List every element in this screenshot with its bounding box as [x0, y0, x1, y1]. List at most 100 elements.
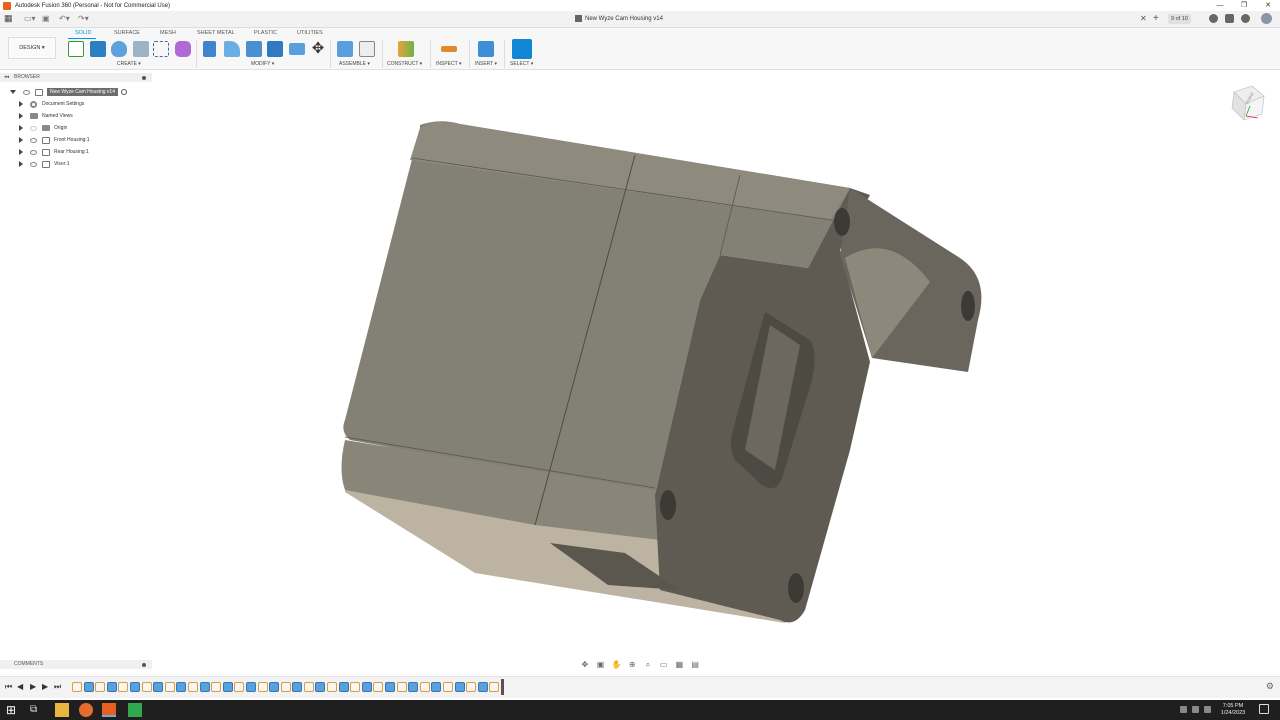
- measure-icon[interactable]: [441, 46, 457, 52]
- insert-image-icon[interactable]: [478, 41, 494, 57]
- close-window-button[interactable]: ✕: [1256, 0, 1280, 11]
- expand-icon[interactable]: [19, 113, 23, 119]
- help-icon[interactable]: [1241, 14, 1250, 23]
- tab-utilities[interactable]: UTILITIES: [297, 30, 323, 36]
- fusion-taskbar-icon[interactable]: [102, 703, 116, 717]
- tab-mesh[interactable]: MESH: [160, 30, 176, 36]
- create-sketch-icon[interactable]: [68, 41, 84, 57]
- timeline-feature-icon[interactable]: [72, 682, 82, 692]
- expand-icon[interactable]: [19, 161, 23, 167]
- timeline-feature-icon[interactable]: [118, 682, 129, 692]
- timeline-end-icon[interactable]: ⏭: [54, 682, 61, 692]
- grid-settings-icon[interactable]: ▦: [675, 660, 685, 669]
- browser-item-rear-housing[interactable]: Rear Housing:1: [19, 147, 89, 157]
- timeline-feature-icon[interactable]: [338, 682, 349, 692]
- browser-item-document-settings[interactable]: Document Settings: [19, 99, 84, 109]
- extrude-icon[interactable]: [90, 41, 106, 57]
- firefox-icon[interactable]: [79, 703, 93, 717]
- timeline-start-icon[interactable]: ⏮: [5, 682, 12, 692]
- timeline-feature-icon[interactable]: [95, 682, 106, 692]
- timeline-feature-icon[interactable]: [303, 682, 314, 692]
- tab-solid[interactable]: SOLID: [75, 30, 92, 36]
- notifications-icon[interactable]: [1225, 14, 1234, 23]
- timeline-feature-icon[interactable]: [153, 682, 164, 692]
- timeline-feature-icon[interactable]: [106, 682, 117, 692]
- browser-item-origin[interactable]: Origin: [19, 123, 67, 133]
- timeline-marker[interactable]: [501, 679, 504, 695]
- joint-icon[interactable]: [359, 41, 375, 57]
- tab-plastic[interactable]: PLASTIC: [254, 30, 277, 36]
- timeline-feature-icon[interactable]: [269, 682, 280, 692]
- zoom-icon[interactable]: ⊕: [627, 660, 637, 669]
- expand-icon[interactable]: [19, 137, 23, 143]
- extensions-icon[interactable]: [1209, 14, 1218, 23]
- viewcube[interactable]: RIGHT: [1226, 82, 1270, 122]
- green-app-icon[interactable]: [128, 703, 142, 717]
- display-settings-icon[interactable]: ▭: [659, 660, 669, 669]
- timeline-feature-icon[interactable]: [164, 682, 175, 692]
- timeline-feature-icon[interactable]: [280, 682, 291, 692]
- save-icon[interactable]: ▣: [42, 14, 50, 24]
- data-panel-grid-icon[interactable]: ▦: [4, 14, 13, 23]
- timeline-feature-icon[interactable]: [454, 682, 465, 692]
- visibility-eye-icon[interactable]: [30, 137, 37, 143]
- create-group-label[interactable]: CREATE ▾: [117, 61, 141, 67]
- visibility-eye-icon[interactable]: [30, 161, 37, 167]
- visibility-eye-icon[interactable]: [23, 89, 30, 95]
- file-explorer-icon[interactable]: [55, 703, 69, 717]
- select-icon[interactable]: [512, 39, 532, 59]
- tab-surface[interactable]: SURFACE: [114, 30, 140, 36]
- timeline-back-icon[interactable]: ◀: [17, 682, 23, 691]
- timeline-forward-icon[interactable]: ▶: [42, 682, 48, 691]
- timeline-feature-icon[interactable]: [222, 682, 233, 692]
- timeline-feature-icon[interactable]: [292, 682, 303, 692]
- timeline-feature-icon[interactable]: [176, 682, 187, 692]
- minimize-button[interactable]: —: [1208, 0, 1232, 11]
- tab-sheet-metal[interactable]: SHEET METAL: [197, 30, 235, 36]
- timeline-feature-icon[interactable]: [431, 682, 442, 692]
- viewports-icon[interactable]: ▤: [690, 660, 700, 669]
- visibility-eye-icon[interactable]: [30, 149, 37, 155]
- timeline-feature-icon[interactable]: [466, 682, 477, 692]
- browser-header[interactable]: ◂◂ BROWSER: [0, 73, 152, 82]
- expand-icon[interactable]: [19, 149, 23, 155]
- timeline-feature-icon[interactable]: [361, 682, 372, 692]
- comments-panel-header[interactable]: COMMENTS: [0, 660, 152, 669]
- undo-icon[interactable]: ↶▾: [59, 14, 70, 24]
- timeline-feature-icon[interactable]: [373, 682, 384, 692]
- pattern-icon[interactable]: [153, 41, 169, 57]
- document-tab[interactable]: New Wyze Cam Housing v14: [575, 15, 663, 22]
- model-viewport[interactable]: [0, 70, 1280, 676]
- timeline-feature-icon[interactable]: [315, 682, 326, 692]
- offset-plane-icon[interactable]: [398, 41, 414, 57]
- system-clock[interactable]: 7:05 PM 1/24/2023: [1215, 703, 1251, 717]
- orbit-icon[interactable]: ✥: [580, 660, 590, 669]
- timeline-feature-icon[interactable]: [396, 682, 407, 692]
- expand-icon[interactable]: [19, 125, 23, 131]
- comments-options-icon[interactable]: [142, 663, 146, 667]
- fit-icon[interactable]: ⌕: [643, 660, 653, 669]
- insert-group-label[interactable]: INSERT ▾: [475, 61, 497, 67]
- redo-icon[interactable]: ↷▾: [78, 14, 89, 24]
- timeline-feature-icon[interactable]: [443, 682, 453, 692]
- hole-icon[interactable]: [133, 41, 149, 57]
- volume-icon[interactable]: [1204, 706, 1211, 713]
- notification-center-icon[interactable]: [1259, 704, 1269, 714]
- new-component-icon[interactable]: [337, 41, 353, 57]
- visibility-eye-icon[interactable]: [30, 125, 37, 131]
- expand-icon[interactable]: [19, 101, 23, 107]
- timeline-feature-icon[interactable]: [350, 682, 361, 692]
- tray-icon[interactable]: [1180, 706, 1187, 713]
- browser-item-front-housing[interactable]: Front Housing:1: [19, 135, 90, 145]
- revolve-icon[interactable]: [111, 41, 127, 57]
- chamfer-icon[interactable]: [246, 41, 262, 57]
- construct-group-label[interactable]: CONSTRUCT ▾: [387, 61, 422, 67]
- modify-group-label[interactable]: MODIFY ▾: [251, 61, 274, 67]
- user-avatar[interactable]: [1261, 13, 1272, 24]
- press-pull-icon[interactable]: [203, 41, 216, 57]
- timeline-feature-icon[interactable]: [211, 682, 222, 692]
- network-icon[interactable]: [1192, 706, 1199, 713]
- activate-radio-icon[interactable]: [120, 89, 127, 95]
- look-at-icon[interactable]: ▣: [596, 660, 606, 669]
- expand-root-icon[interactable]: [10, 90, 16, 94]
